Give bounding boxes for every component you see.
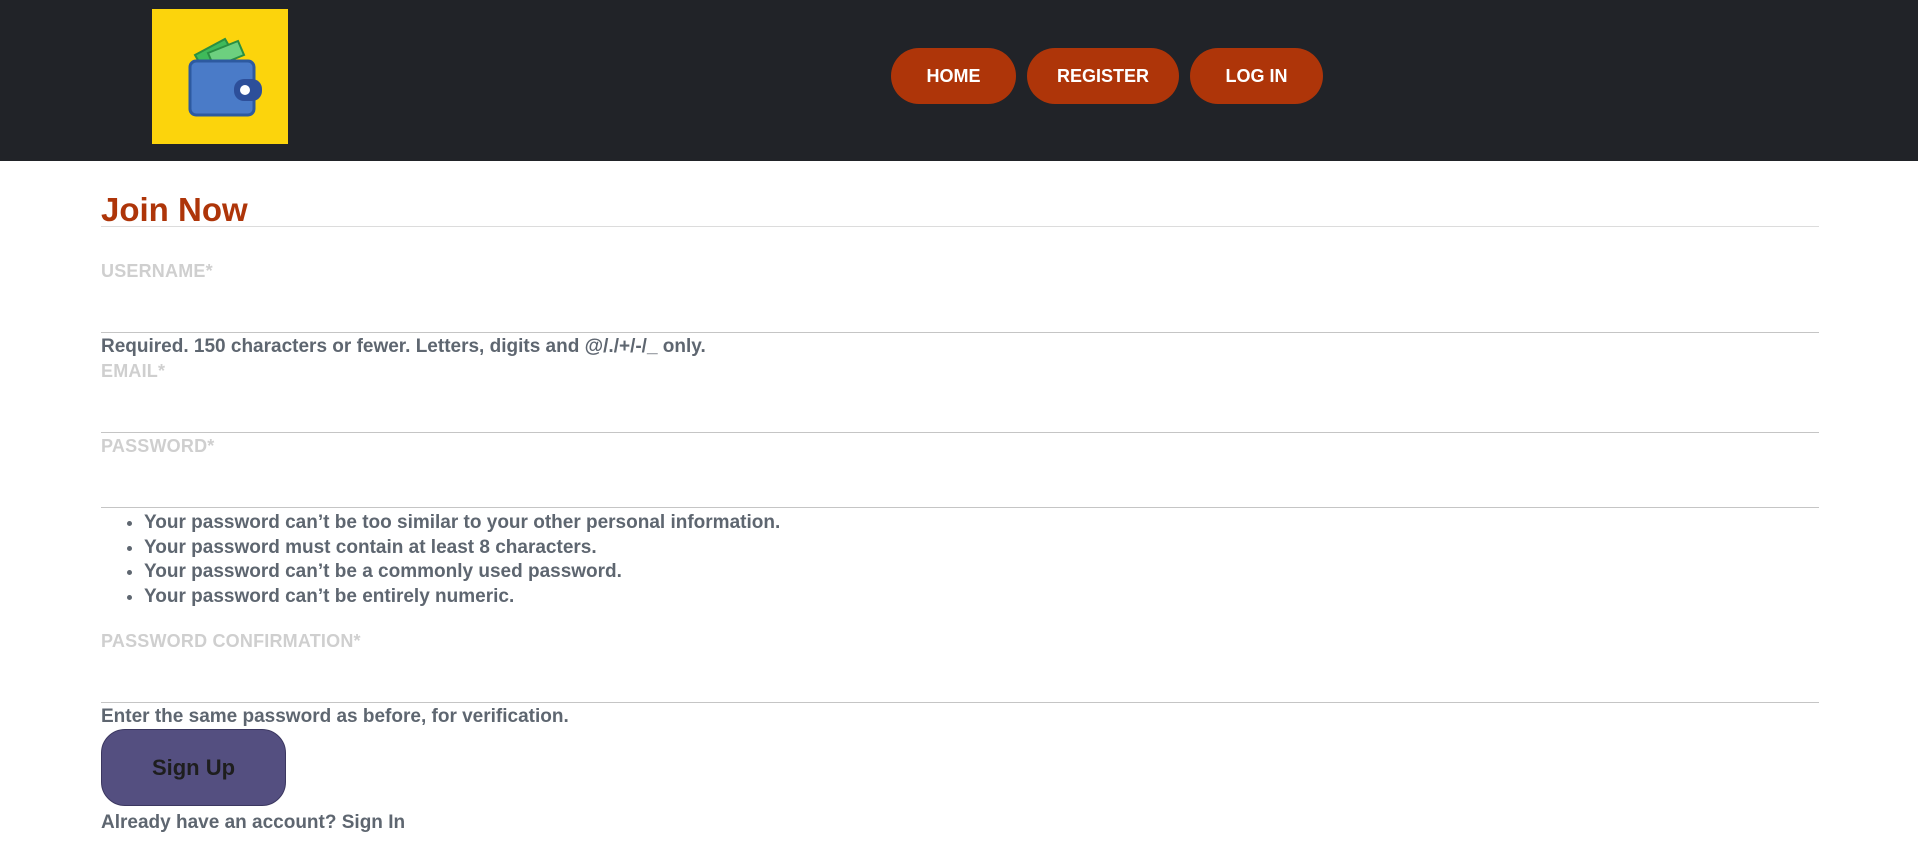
nav-register-button[interactable]: REGISTER	[1027, 48, 1179, 104]
page-title: Join Now	[101, 191, 248, 228]
password-rule: Your password can’t be too similar to yo…	[144, 511, 780, 536]
nav-home-button[interactable]: HOME	[891, 48, 1016, 104]
nav-login-button[interactable]: LOG IN	[1190, 48, 1323, 104]
password-label: PASSWORD*	[101, 436, 215, 456]
username-input[interactable]	[101, 301, 1819, 333]
logo[interactable]	[152, 9, 288, 144]
navbar: HOME REGISTER LOG IN	[0, 0, 1918, 161]
signin-prompt: Already have an account? Sign In	[101, 812, 405, 834]
email-label: EMAIL*	[101, 361, 166, 381]
signup-button[interactable]: Sign Up	[101, 729, 286, 806]
wallet-icon	[188, 37, 262, 116]
password-rule: Your password can’t be a commonly used p…	[144, 560, 780, 585]
username-help-text: Required. 150 characters or fewer. Lette…	[101, 336, 706, 357]
username-label: USERNAME*	[101, 261, 213, 281]
password-confirmation-input[interactable]	[101, 671, 1819, 703]
password-confirmation-help-text: Enter the same password as before, for v…	[101, 706, 569, 727]
password-rule: Your password must contain at least 8 ch…	[144, 536, 780, 561]
email-input[interactable]	[101, 401, 1819, 433]
password-rule: Your password can’t be entirely numeric.	[144, 585, 780, 610]
signin-prompt-text: Already have an account?	[101, 812, 337, 833]
nav-links: HOME REGISTER LOG IN	[891, 48, 1323, 104]
password-confirmation-label: PASSWORD CONFIRMATION*	[101, 631, 361, 651]
password-rules-list: Your password can’t be too similar to yo…	[101, 511, 780, 609]
signin-link[interactable]: Sign In	[342, 812, 405, 833]
password-input[interactable]	[101, 476, 1819, 508]
title-divider	[101, 226, 1819, 227]
